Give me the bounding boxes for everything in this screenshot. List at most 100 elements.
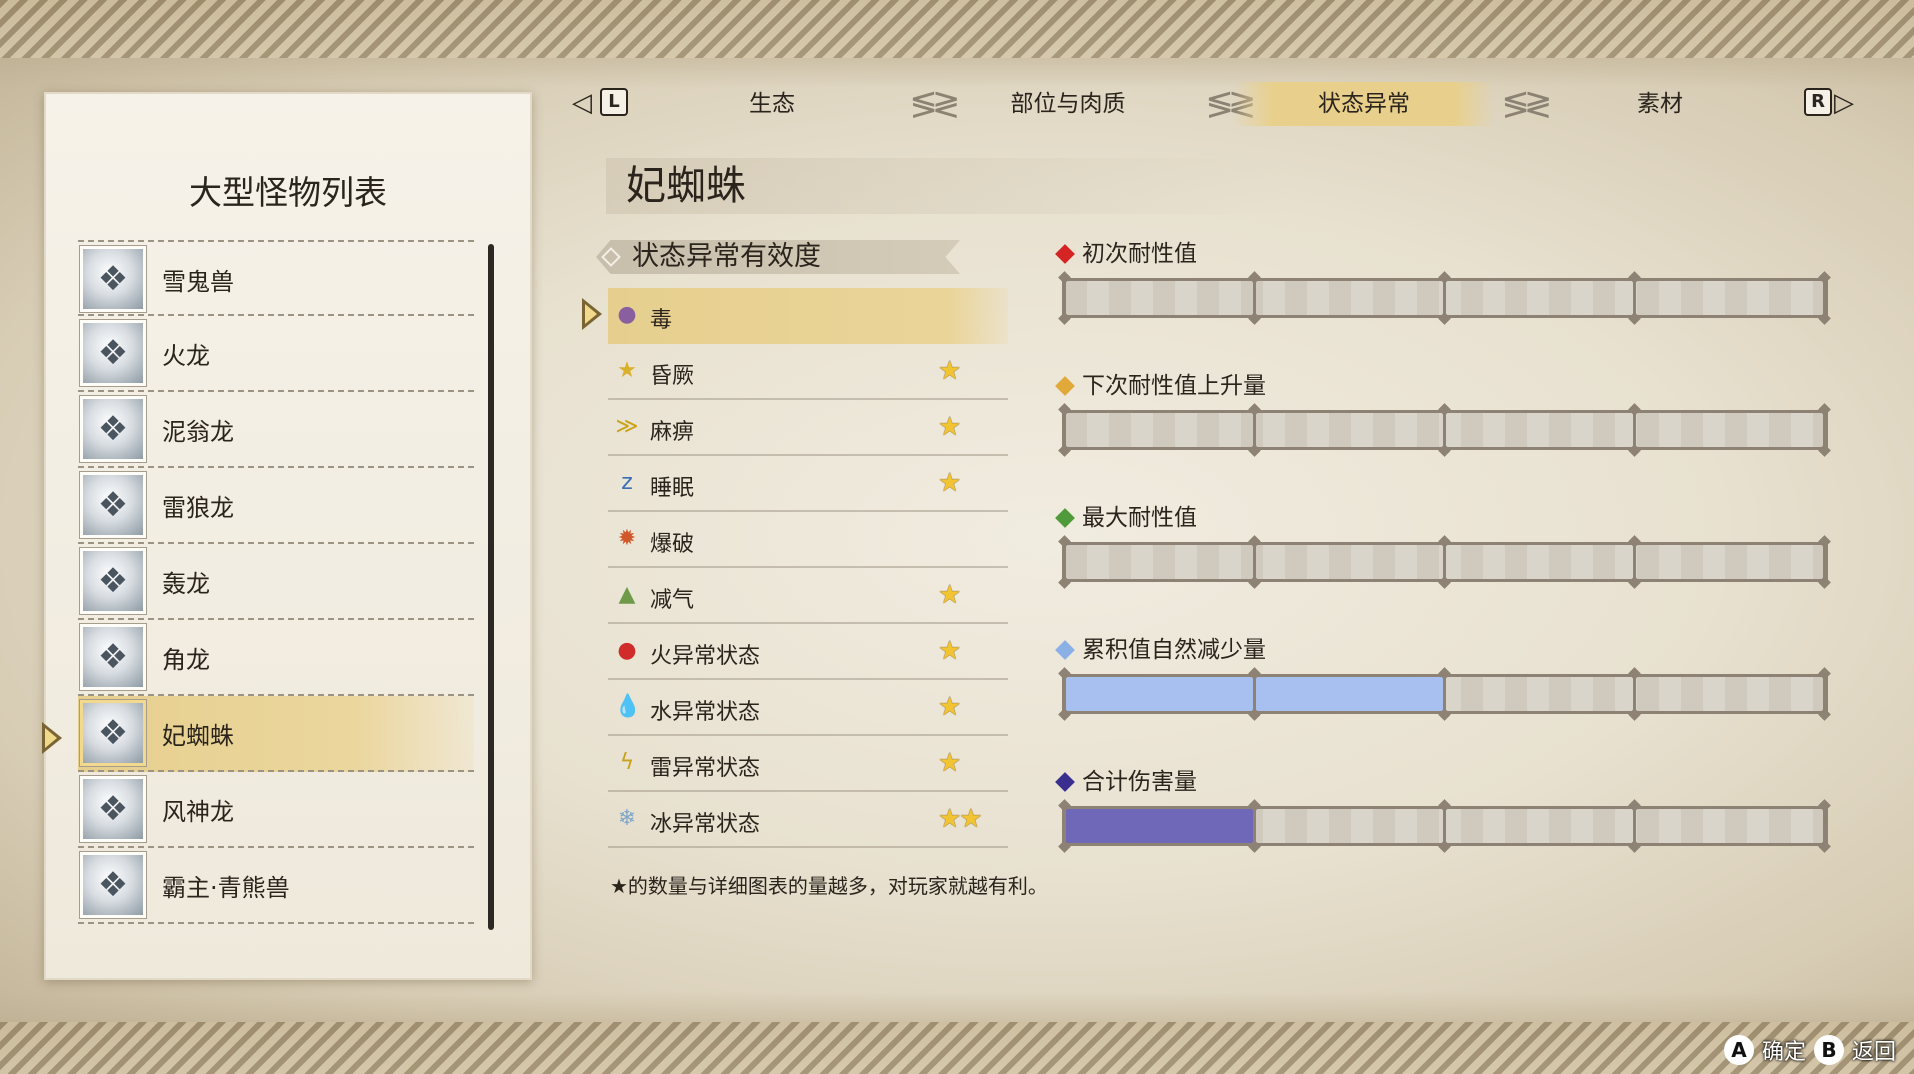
- back-label[interactable]: 返回: [1852, 1034, 1896, 1066]
- panel-title: 大型怪物列表: [189, 173, 387, 212]
- bar-tick: [1443, 671, 1446, 717]
- bar-tick: [1443, 803, 1446, 849]
- monster-portrait-icon: ❖: [80, 700, 146, 766]
- paralysis-icon: ≫: [615, 414, 639, 439]
- ailment-label: 毒: [650, 308, 673, 333]
- bar-tick: [1823, 671, 1826, 717]
- stun-icon: ★: [617, 358, 637, 383]
- monster-list-item[interactable]: ❖ 轰龙: [78, 544, 474, 620]
- ailment-row[interactable]: ★ 昏厥 ★: [608, 344, 1008, 400]
- monster-list-item[interactable]: ❖ 霸主·青熊兽: [78, 848, 474, 924]
- monster-name: 妃蜘蛛: [162, 722, 234, 750]
- ailment-row[interactable]: ● 毒: [608, 288, 1008, 344]
- effectiveness-stars: ★★: [938, 804, 983, 834]
- ailment-row[interactable]: ≫ 麻痹 ★: [608, 400, 1008, 456]
- bar-tick: [1633, 275, 1636, 321]
- bar-tick: [1253, 407, 1256, 453]
- monster-portrait-icon: ❖: [80, 320, 146, 386]
- tab-bar: ◁ L 生态 ≶≷ 部位与肉质 ≶≷ 状态异常 ≶≷ 素材 R ▷: [572, 82, 1862, 126]
- ailment-row[interactable]: ▲ 减气 ★: [608, 568, 1008, 624]
- effectiveness-stars: ★: [938, 468, 961, 498]
- diamond-icon: [1055, 244, 1075, 264]
- list-scrollbar[interactable]: [488, 244, 494, 930]
- monster-list-item[interactable]: ❖ 泥翁龙: [78, 392, 474, 468]
- tab-ecology[interactable]: 生态: [642, 82, 902, 126]
- footnote: ★的数量与详细图表的量越多，对玩家就越有利。: [610, 874, 1048, 898]
- monster-name: 泥翁龙: [162, 418, 234, 446]
- confirm-label[interactable]: 确定: [1762, 1034, 1806, 1066]
- tab-parts-hitzones[interactable]: 部位与肉质: [938, 82, 1198, 126]
- monster-name: 火龙: [162, 342, 210, 370]
- ailment-list: ● 毒 ★ 昏厥 ★ ≫ 麻痹 ★ z 睡眠 ★ ✹ 爆破 ▲ 减气 ★ ● 火异常状态 ★ 💧 水异常状态 ★ ϟ 雷异常状…: [608, 288, 1008, 848]
- effectiveness-stars: ★: [938, 412, 961, 442]
- monster-name: 风神龙: [162, 798, 234, 826]
- a-button-icon[interactable]: A: [1723, 1035, 1754, 1065]
- monster-portrait-icon: ❖: [80, 472, 146, 538]
- bar-tick: [1823, 407, 1826, 453]
- tab-left-arrow-icon: ◁: [572, 88, 592, 118]
- resistance-label: 合计伤害量: [1052, 766, 1842, 798]
- ailment-row[interactable]: ● 火异常状态 ★: [608, 624, 1008, 680]
- bar-tick: [1253, 275, 1256, 321]
- list-cursor-icon: [42, 722, 62, 754]
- monster-list-item[interactable]: ❖ 妃蜘蛛: [78, 696, 474, 772]
- effectiveness-stars: ★: [938, 636, 961, 666]
- sleep-icon: z: [621, 470, 633, 495]
- monster-list-item[interactable]: ❖ 雷狼龙: [78, 468, 474, 544]
- monster-title: 妃蜘蛛: [606, 158, 1286, 214]
- resistance-label: 下次耐性值上升量: [1052, 370, 1842, 402]
- resistance-chart: 下次耐性值上升量: [1052, 370, 1842, 453]
- ailment-label: 水异常状态: [650, 700, 761, 725]
- ailment-row[interactable]: ϟ 雷异常状态 ★: [608, 736, 1008, 792]
- bar-tick: [1633, 539, 1636, 585]
- tab-materials[interactable]: 素材: [1530, 82, 1790, 126]
- ailment-label: 冰异常状态: [650, 812, 761, 837]
- resistance-chart: 累积值自然减少量: [1052, 634, 1842, 717]
- ailment-cursor-icon: [582, 298, 602, 330]
- effectiveness-stars: ★: [938, 356, 961, 386]
- exhaust-icon: ▲: [618, 582, 636, 607]
- ailment-row[interactable]: ❄ 冰异常状态 ★★: [608, 792, 1008, 848]
- resistance-bar: [1062, 407, 1828, 453]
- bar-tick: [1823, 539, 1826, 585]
- tab-status-ailments[interactable]: 状态异常: [1234, 82, 1494, 126]
- ailment-row[interactable]: ✹ 爆破: [608, 512, 1008, 568]
- bar-tick: [1253, 671, 1256, 717]
- resistance-label-text: 累积值自然减少量: [1082, 637, 1266, 663]
- bottom-decorative-border: [0, 992, 1914, 1074]
- ailment-label: 减气: [650, 588, 695, 613]
- resistance-label: 累积值自然减少量: [1052, 634, 1842, 666]
- resistance-bar: [1062, 803, 1828, 849]
- bar-tick: [1823, 275, 1826, 321]
- bar-tick: [1633, 803, 1636, 849]
- monster-list-item[interactable]: ❖ 角龙: [78, 620, 474, 696]
- effectiveness-stars: ★: [938, 748, 961, 778]
- resistance-chart: 初次耐性值: [1052, 238, 1842, 321]
- monster-list-item[interactable]: ❖ 风神龙: [78, 772, 474, 848]
- resistance-bar: [1062, 671, 1828, 717]
- resistance-label-text: 初次耐性值: [1082, 241, 1197, 267]
- ailment-label: 火异常状态: [650, 644, 761, 669]
- monster-list-item[interactable]: ❖ 火龙: [78, 316, 474, 392]
- tab-left-key[interactable]: L: [600, 88, 628, 116]
- bar-tick: [1063, 275, 1066, 321]
- monster-portrait-icon: ❖: [80, 548, 146, 614]
- resistance-bar: [1062, 275, 1828, 321]
- bar-tick: [1063, 407, 1066, 453]
- ailment-label: 雷异常状态: [650, 756, 761, 781]
- b-button-icon[interactable]: B: [1813, 1035, 1844, 1065]
- monster-name: 霸主·青熊兽: [162, 874, 290, 902]
- effectiveness-header: 状态异常有效度: [596, 240, 960, 274]
- ailment-label: 昏厥: [650, 364, 695, 389]
- monster-portrait-icon: ❖: [80, 852, 146, 918]
- water-icon: 💧: [614, 694, 642, 719]
- tab-right-key[interactable]: R: [1804, 88, 1832, 116]
- monster-list-item[interactable]: ❖ 雪鬼兽: [78, 240, 474, 316]
- resistance-label: 最大耐性值: [1052, 502, 1842, 534]
- resistance-bar: [1062, 539, 1828, 585]
- ailment-row[interactable]: z 睡眠 ★: [608, 456, 1008, 512]
- diamond-icon: [1055, 640, 1075, 660]
- bar-tick: [1063, 803, 1066, 849]
- monster-list: ❖ 雪鬼兽 ❖ 火龙 ❖ 泥翁龙 ❖ 雷狼龙 ❖ 轰龙 ❖ 角龙 ❖ 妃蜘蛛 ❖ 风神龙 ❖ 霸主·青熊兽: [78, 240, 474, 924]
- ailment-row[interactable]: 💧 水异常状态 ★: [608, 680, 1008, 736]
